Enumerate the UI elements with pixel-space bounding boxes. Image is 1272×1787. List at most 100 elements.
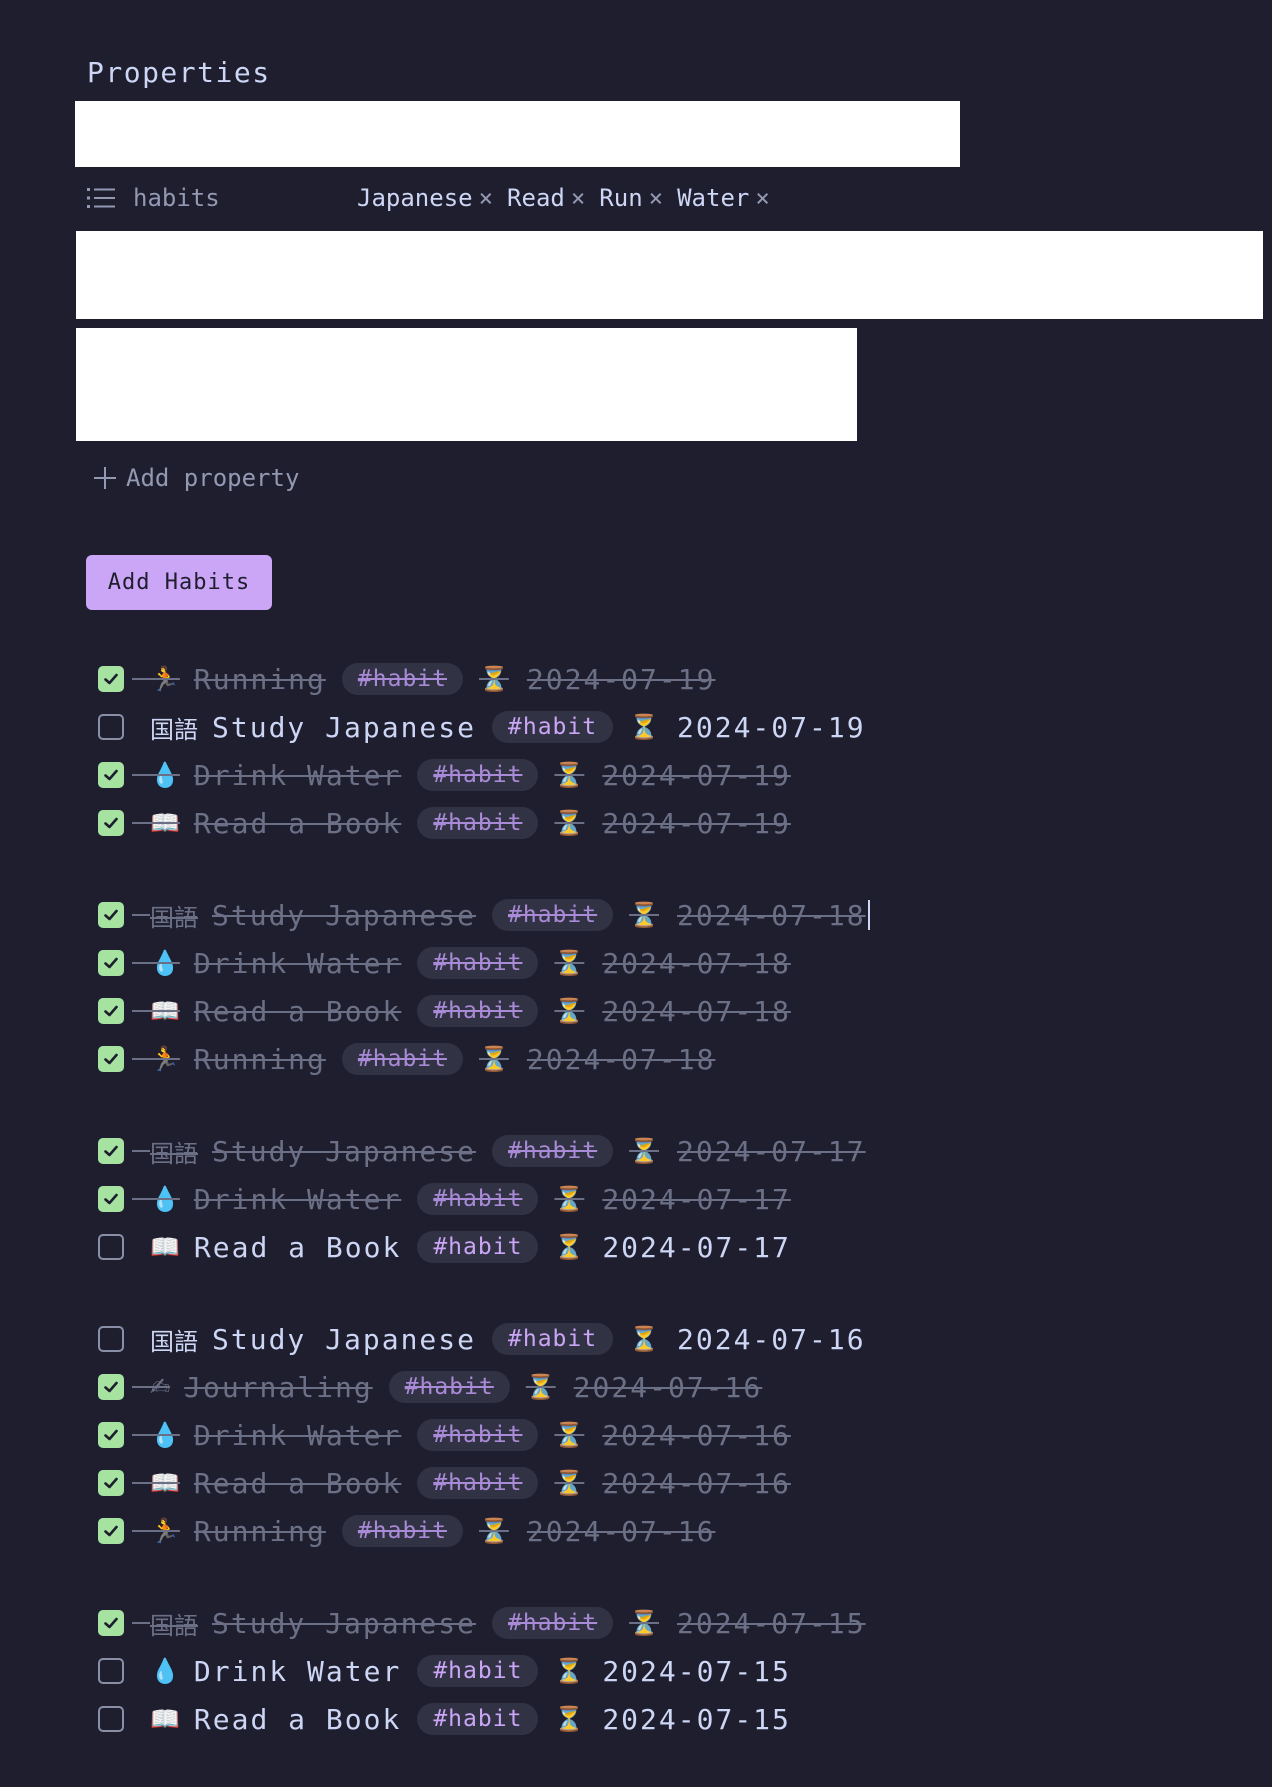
habit-emoji-icon: 📖 <box>150 1233 180 1261</box>
task-checkbox[interactable] <box>98 998 124 1024</box>
task-item[interactable]: 💧 Drink Water #habit ⏳ 2024-07-16 <box>98 1411 870 1459</box>
task-item[interactable]: 国語 Study Japanese #habit ⏳ 2024-07-17 <box>98 1127 870 1175</box>
task-date: 2024-07-16 <box>526 1514 716 1548</box>
task-checkbox[interactable] <box>98 1186 124 1212</box>
task-checkbox[interactable] <box>98 1610 124 1636</box>
task-item[interactable]: 国語 Study Japanese #habit ⏳ 2024-07-16 <box>98 1315 870 1363</box>
task-checkbox[interactable] <box>98 950 124 976</box>
habit-tag[interactable]: #habit <box>492 899 614 931</box>
task-date: 2024-07-18 <box>602 994 791 1028</box>
add-property-button[interactable]: Add property <box>94 464 299 492</box>
task-item[interactable]: 🏃 Running #habit ⏳ 2024-07-16 <box>98 1507 870 1555</box>
habit-tag[interactable]: #habit <box>492 1135 614 1167</box>
task-text[interactable]: 💧 Drink Water #habit ⏳ 2024-07-16 <box>150 1419 791 1452</box>
task-checkbox[interactable] <box>98 1470 124 1496</box>
habit-emoji-icon: 国語 <box>150 1327 198 1356</box>
task-name: Read a Book <box>193 1466 402 1500</box>
task-text[interactable]: 国語 Study Japanese #habit ⏳ 2024-07-16 <box>150 1322 866 1357</box>
task-checkbox[interactable] <box>98 666 124 692</box>
task-item[interactable]: 💧 Drink Water #habit ⏳ 2024-07-17 <box>98 1175 870 1223</box>
task-item[interactable]: 📖 Read a Book #habit ⏳ 2024-07-19 <box>98 799 870 847</box>
task-item[interactable]: 💧 Drink Water #habit ⏳ 2024-07-19 <box>98 751 870 799</box>
habit-tag[interactable]: #habit <box>492 1607 614 1639</box>
habit-tag[interactable]: #habit <box>341 1515 463 1547</box>
property-value-chip[interactable]: Read × <box>507 184 585 212</box>
task-item[interactable]: 📖 Read a Book #habit ⏳ 2024-07-17 <box>98 1223 870 1271</box>
habit-tag[interactable]: #habit <box>417 947 539 979</box>
task-text[interactable]: 💧 Drink Water #habit ⏳ 2024-07-15 <box>150 1655 791 1688</box>
task-checkbox[interactable] <box>98 1138 124 1164</box>
task-checkbox[interactable] <box>98 1374 124 1400</box>
task-checkbox[interactable] <box>98 762 124 788</box>
task-item[interactable]: 国語 Study Japanese #habit ⏳ 2024-07-18 <box>98 891 870 939</box>
habit-tag[interactable]: #habit <box>417 1467 539 1499</box>
habit-tag[interactable]: #habit <box>417 1231 539 1263</box>
task-checkbox[interactable] <box>98 902 124 928</box>
task-text[interactable]: 📖 Read a Book #habit ⏳ 2024-07-19 <box>150 807 791 840</box>
task-item[interactable]: 💧 Drink Water #habit ⏳ 2024-07-15 <box>98 1647 870 1695</box>
habit-tag[interactable]: #habit <box>341 663 463 695</box>
task-item[interactable]: 💧 Drink Water #habit ⏳ 2024-07-18 <box>98 939 870 987</box>
habit-tag[interactable]: #habit <box>492 711 614 743</box>
habit-emoji-icon: 💧 <box>150 761 180 789</box>
property-value-chip[interactable]: Japanese × <box>357 184 493 212</box>
habit-emoji-icon: 📖 <box>150 809 180 837</box>
task-item[interactable]: 国語 Study Japanese #habit ⏳ 2024-07-19 <box>98 703 870 751</box>
task-text[interactable]: 🏃 Running #habit ⏳ 2024-07-18 <box>150 1043 715 1076</box>
remove-icon[interactable]: × <box>479 184 493 212</box>
property-key[interactable]: habits <box>87 180 220 216</box>
task-text[interactable]: 国語 Study Japanese #habit ⏳ 2024-07-18 <box>150 898 870 933</box>
task-checkbox[interactable] <box>98 1518 124 1544</box>
property-value-chip[interactable]: Water × <box>677 184 770 212</box>
task-checkbox[interactable] <box>98 810 124 836</box>
habit-tag[interactable]: #habit <box>388 1371 510 1403</box>
task-item[interactable]: 📖 Read a Book #habit ⏳ 2024-07-18 <box>98 987 870 1035</box>
property-values[interactable]: Japanese × Read × Run × Water × <box>357 180 784 216</box>
task-item[interactable]: 📖 Read a Book #habit ⏳ 2024-07-16 <box>98 1459 870 1507</box>
task-text[interactable]: 国語 Study Japanese #habit ⏳ 2024-07-19 <box>150 710 866 745</box>
task-item[interactable]: 国語 Study Japanese #habit ⏳ 2024-07-15 <box>98 1599 870 1647</box>
task-checkbox[interactable] <box>98 1326 124 1352</box>
task-text[interactable]: 📖 Read a Book #habit ⏳ 2024-07-15 <box>150 1703 791 1736</box>
task-text[interactable]: 📖 Read a Book #habit ⏳ 2024-07-17 <box>150 1231 791 1264</box>
task-text[interactable]: 💧 Drink Water #habit ⏳ 2024-07-19 <box>150 759 791 792</box>
task-checkbox[interactable] <box>98 1234 124 1260</box>
task-text[interactable]: 📖 Read a Book #habit ⏳ 2024-07-16 <box>150 1467 791 1500</box>
property-row-habits[interactable]: habits Japanese × Read × Run × Water × <box>87 180 1187 216</box>
task-text[interactable]: 💧 Drink Water #habit ⏳ 2024-07-17 <box>150 1183 791 1216</box>
task-text[interactable]: 国語 Study Japanese #habit ⏳ 2024-07-15 <box>150 1606 866 1641</box>
remove-icon[interactable]: × <box>649 184 663 212</box>
task-text[interactable]: ✍ Journaling #habit ⏳ 2024-07-16 <box>150 1371 762 1404</box>
habit-tag[interactable]: #habit <box>417 995 539 1027</box>
task-checkbox[interactable] <box>98 1046 124 1072</box>
habit-tag[interactable]: #habit <box>492 1323 614 1355</box>
habit-tag[interactable]: #habit <box>417 1419 539 1451</box>
task-text[interactable]: 国語 Study Japanese #habit ⏳ 2024-07-17 <box>150 1134 866 1169</box>
remove-icon[interactable]: × <box>571 184 585 212</box>
task-checkbox[interactable] <box>98 714 124 740</box>
remove-icon[interactable]: × <box>755 184 769 212</box>
task-item[interactable]: 🏃 Running #habit ⏳ 2024-07-18 <box>98 1035 870 1083</box>
habit-tag[interactable]: #habit <box>417 1183 539 1215</box>
habit-tag[interactable]: #habit <box>417 1655 539 1687</box>
hourglass-icon: ⏳ <box>554 1469 585 1497</box>
habit-tag[interactable]: #habit <box>417 1703 539 1735</box>
task-text[interactable]: 🏃 Running #habit ⏳ 2024-07-19 <box>150 663 715 696</box>
task-checkbox[interactable] <box>98 1658 124 1684</box>
task-text[interactable]: 🏃 Running #habit ⏳ 2024-07-16 <box>150 1515 715 1548</box>
task-text[interactable]: 📖 Read a Book #habit ⏳ 2024-07-18 <box>150 995 791 1028</box>
task-item[interactable]: 🏃 Running #habit ⏳ 2024-07-19 <box>98 655 870 703</box>
chip-label: Japanese <box>357 184 473 212</box>
task-checkbox[interactable] <box>98 1422 124 1448</box>
habit-tag[interactable]: #habit <box>417 807 539 839</box>
habit-tag[interactable]: #habit <box>417 759 539 791</box>
property-value-chip[interactable]: Run × <box>599 184 663 212</box>
checkmark-icon <box>104 1053 118 1065</box>
task-text[interactable]: 💧 Drink Water #habit ⏳ 2024-07-18 <box>150 947 791 980</box>
task-item[interactable]: ✍ Journaling #habit ⏳ 2024-07-16 <box>98 1363 870 1411</box>
task-date: 2024-07-19 <box>526 662 716 696</box>
task-item[interactable]: 📖 Read a Book #habit ⏳ 2024-07-15 <box>98 1695 870 1743</box>
habit-tag[interactable]: #habit <box>341 1043 463 1075</box>
task-checkbox[interactable] <box>98 1706 124 1732</box>
add-habits-button[interactable]: Add Habits <box>86 555 272 610</box>
